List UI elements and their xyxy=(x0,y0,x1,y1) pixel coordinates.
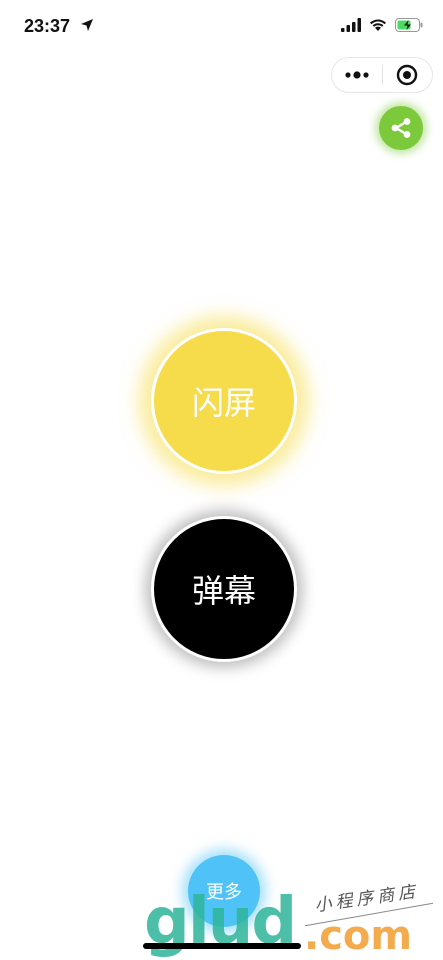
wifi-icon xyxy=(370,19,386,31)
watermark-tagline: 小程序商店 xyxy=(313,881,421,917)
flash-screen-label: 闪屏 xyxy=(191,384,256,422)
status-bar: 23:37 xyxy=(0,0,443,52)
location-arrow-icon xyxy=(81,19,93,31)
cellular-signal-icon xyxy=(341,18,361,32)
danmaku-label: 弹幕 xyxy=(191,572,256,610)
battery-charging-icon xyxy=(395,18,423,32)
share-icon xyxy=(391,118,411,138)
home-indicator[interactable] xyxy=(143,943,301,949)
target-close-icon xyxy=(397,64,418,86)
watermark-domain: .com xyxy=(304,913,413,959)
more-dots-icon xyxy=(345,71,369,79)
close-mini-program-button[interactable] xyxy=(382,58,432,92)
flash-screen-button[interactable]: 闪屏 xyxy=(151,328,297,474)
share-button[interactable] xyxy=(379,106,423,150)
status-time: 23:37 xyxy=(24,16,71,36)
danmaku-button[interactable]: 弹幕 xyxy=(151,516,297,662)
status-icons xyxy=(341,18,423,32)
more-menu-button[interactable] xyxy=(332,58,382,92)
mini-program-capsule xyxy=(331,57,433,93)
